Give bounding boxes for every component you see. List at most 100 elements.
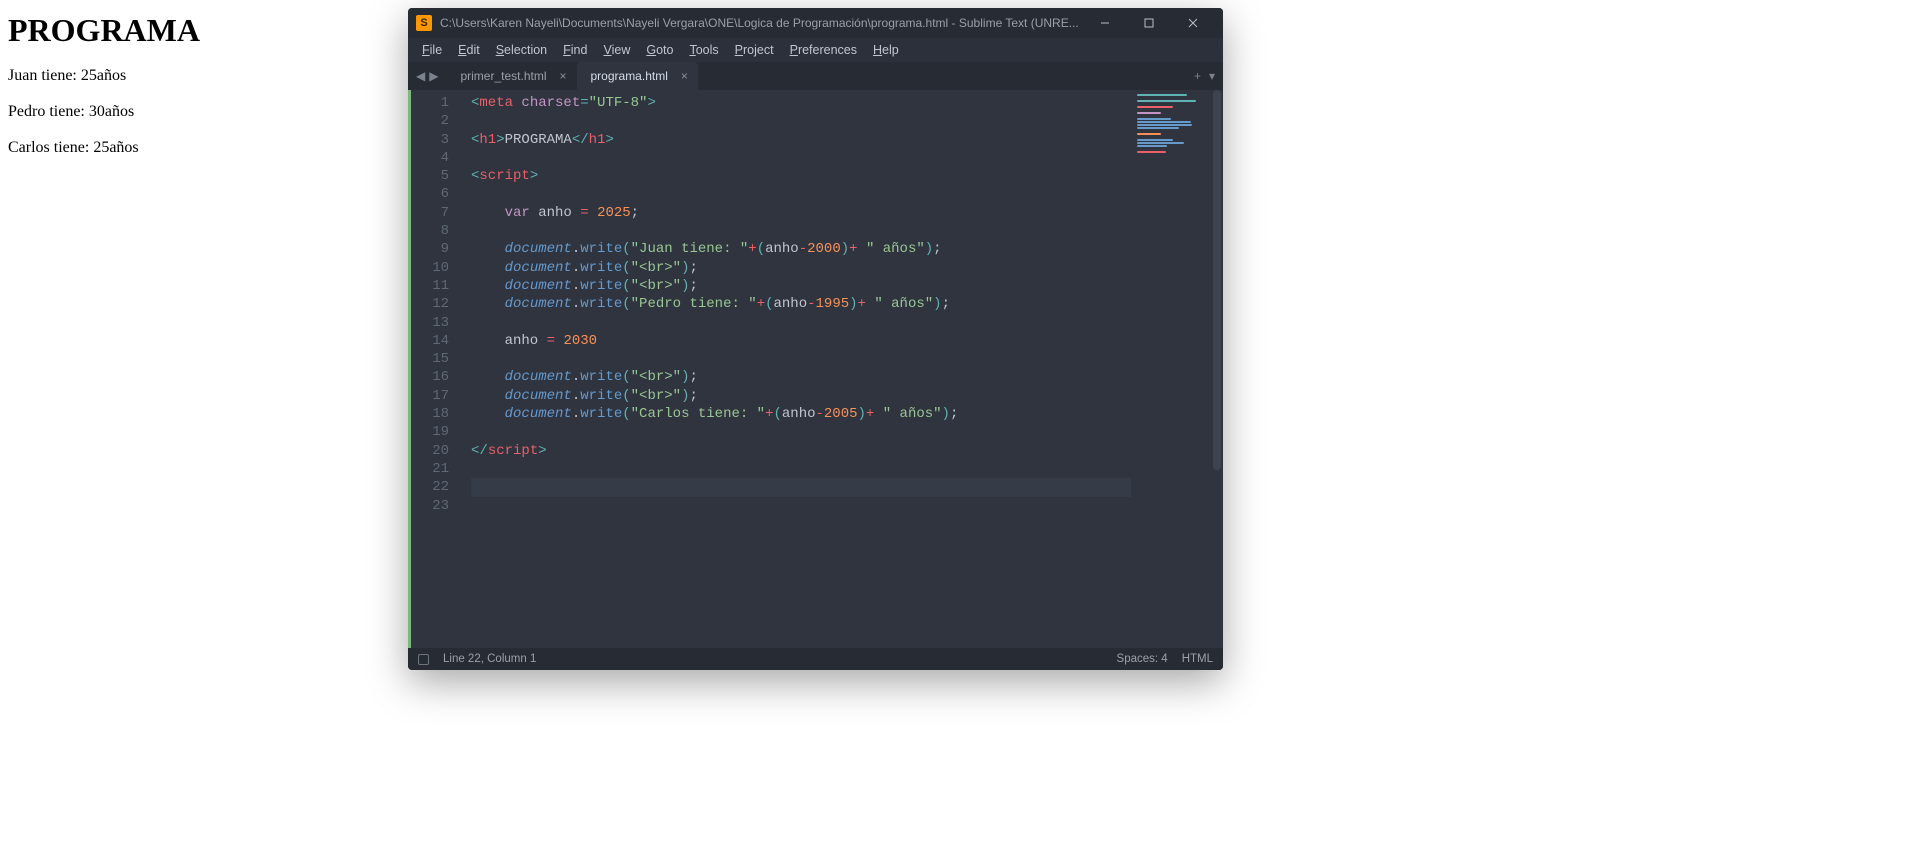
output-line-3: Carlos tiene: 25años: [8, 139, 398, 157]
code-line[interactable]: [471, 314, 1131, 332]
line-number: 16: [411, 368, 449, 386]
menu-preferences[interactable]: Preferences: [782, 40, 865, 60]
sublime-window: S C:\Users\Karen Nayeli\Documents\Nayeli…: [408, 8, 1223, 670]
menu-view[interactable]: View: [595, 40, 638, 60]
code-line[interactable]: document.write("Carlos tiene: "+(anho-20…: [471, 405, 1131, 423]
editor-area[interactable]: 1234567891011121314151617181920212223 <m…: [408, 90, 1223, 648]
minimize-button[interactable]: [1083, 8, 1127, 38]
menu-file[interactable]: File: [414, 40, 450, 60]
tab-close-icon[interactable]: ×: [559, 69, 566, 83]
minimap-line: [1137, 139, 1173, 141]
maximize-button[interactable]: [1127, 8, 1171, 38]
minimap-line: [1137, 115, 1177, 117]
code-line[interactable]: document.write("Juan tiene: "+(anho-2000…: [471, 240, 1131, 258]
menu-goto[interactable]: Goto: [638, 40, 681, 60]
maximize-icon: [1144, 18, 1154, 28]
code-content[interactable]: <meta charset="UTF-8"> <h1>PROGRAMA</h1>…: [457, 90, 1131, 648]
line-number: 10: [411, 259, 449, 277]
line-number: 14: [411, 332, 449, 350]
window-title: C:\Users\Karen Nayeli\Documents\Nayeli V…: [440, 16, 1083, 30]
menu-edit[interactable]: Edit: [450, 40, 488, 60]
code-line[interactable]: var anho = 2025;: [471, 204, 1131, 222]
tab-label: programa.html: [591, 69, 668, 83]
code-line[interactable]: document.write("<br>");: [471, 259, 1131, 277]
minimize-icon: [1100, 18, 1110, 28]
minimap-line: [1137, 103, 1191, 105]
window-controls: [1083, 8, 1215, 38]
line-number: 19: [411, 423, 449, 441]
menubar: File Edit Selection Find View Goto Tools…: [408, 38, 1223, 62]
code-line[interactable]: document.write("<br>");: [471, 368, 1131, 386]
minimap-line: [1137, 142, 1184, 144]
tab-programa[interactable]: programa.html ×: [577, 62, 698, 90]
tab-back-icon[interactable]: ◀: [416, 69, 425, 83]
menu-help[interactable]: Help: [865, 40, 907, 60]
code-line[interactable]: [471, 423, 1131, 441]
line-number: 20: [411, 442, 449, 460]
line-number: 23: [411, 497, 449, 515]
minimap-line: [1137, 106, 1173, 108]
status-position[interactable]: Line 22, Column 1: [443, 653, 536, 665]
line-number: 11: [411, 277, 449, 295]
output-line-1: Juan tiene: 25años: [8, 67, 398, 85]
code-line[interactable]: <h1>PROGRAMA</h1>: [471, 131, 1131, 149]
titlebar[interactable]: S C:\Users\Karen Nayeli\Documents\Nayeli…: [408, 8, 1223, 38]
minimap-line: [1137, 130, 1195, 132]
code-line[interactable]: [471, 497, 1131, 515]
line-number: 18: [411, 405, 449, 423]
close-icon: [1188, 18, 1198, 28]
minimap-line: [1137, 151, 1166, 153]
code-line[interactable]: [471, 350, 1131, 368]
line-number: 5: [411, 167, 449, 185]
minimap-line: [1137, 118, 1171, 120]
tab-close-icon[interactable]: ×: [681, 69, 688, 83]
code-line[interactable]: anho = 2030: [471, 332, 1131, 350]
code-line[interactable]: <script>: [471, 167, 1131, 185]
scrollbar-thumb[interactable]: [1213, 90, 1221, 470]
code-line[interactable]: [471, 112, 1131, 130]
statusbar: Line 22, Column 1 Spaces: 4 HTML: [408, 648, 1223, 670]
minimap-line: [1137, 100, 1196, 102]
tabbar: ◀ ▶ primer_test.html × programa.html × +…: [408, 62, 1223, 90]
line-number: 15: [411, 350, 449, 368]
new-tab-icon[interactable]: +: [1194, 69, 1201, 83]
line-number: 6: [411, 185, 449, 203]
code-line[interactable]: </script>: [471, 442, 1131, 460]
menu-selection[interactable]: Selection: [488, 40, 555, 60]
status-syntax[interactable]: HTML: [1182, 653, 1213, 665]
code-line[interactable]: [471, 460, 1131, 478]
vertical-scrollbar[interactable]: [1211, 90, 1223, 648]
line-number: 2: [411, 112, 449, 130]
line-number: 4: [411, 149, 449, 167]
minimap-line: [1137, 136, 1157, 138]
minimap-line: [1137, 121, 1191, 123]
page-heading: PROGRAMA: [8, 12, 398, 49]
line-number: 1: [411, 94, 449, 112]
minimap-line: [1137, 133, 1161, 135]
menu-tools[interactable]: Tools: [681, 40, 726, 60]
code-line[interactable]: [471, 149, 1131, 167]
code-line[interactable]: [471, 222, 1131, 240]
line-number: 7: [411, 204, 449, 222]
code-line[interactable]: <meta charset="UTF-8">: [471, 94, 1131, 112]
line-number: 13: [411, 314, 449, 332]
close-button[interactable]: [1171, 8, 1215, 38]
line-number-gutter: 1234567891011121314151617181920212223: [411, 90, 457, 648]
code-line[interactable]: [471, 185, 1131, 203]
code-line[interactable]: document.write("Pedro tiene: "+(anho-199…: [471, 295, 1131, 313]
menu-project[interactable]: Project: [727, 40, 782, 60]
tab-primer-test[interactable]: primer_test.html ×: [446, 62, 576, 90]
code-line[interactable]: [471, 478, 1131, 496]
minimap-line: [1137, 127, 1179, 129]
status-indent[interactable]: Spaces: 4: [1117, 653, 1168, 665]
code-line[interactable]: document.write("<br>");: [471, 277, 1131, 295]
minimap[interactable]: [1131, 90, 1211, 648]
minimap-line: [1137, 112, 1161, 114]
tab-menu-icon[interactable]: ▾: [1209, 69, 1215, 83]
panel-toggle-icon[interactable]: [418, 654, 429, 665]
code-line[interactable]: document.write("<br>");: [471, 387, 1131, 405]
browser-output: PROGRAMA Juan tiene: 25años Pedro tiene:…: [8, 12, 398, 175]
menu-find[interactable]: Find: [555, 40, 595, 60]
minimap-line: [1137, 97, 1180, 99]
tab-forward-icon[interactable]: ▶: [429, 69, 438, 83]
